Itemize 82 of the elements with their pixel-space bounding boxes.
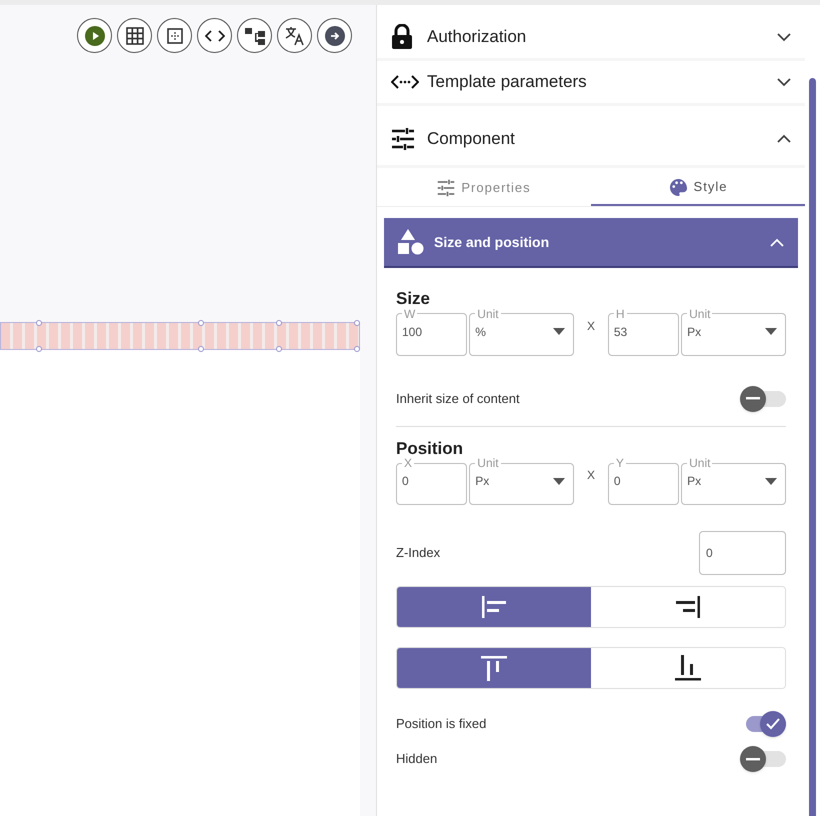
field-value: Px <box>687 473 702 490</box>
code-icon <box>204 28 224 42</box>
times-sign: X <box>586 318 596 334</box>
sliders-icon <box>391 126 415 150</box>
field-value: 0 <box>614 473 621 490</box>
toolbar-button[interactable] <box>157 18 192 53</box>
unit-dropdown[interactable]: Unit Px <box>681 456 786 505</box>
subsection-title: Size and position <box>434 232 550 252</box>
field-value: 0 <box>402 473 409 490</box>
field-label: Unit <box>688 306 712 320</box>
dropdown-arrow-icon <box>553 478 566 484</box>
toggle-switch[interactable] <box>740 386 786 412</box>
tab[interactable]: Properties <box>377 170 591 206</box>
scrollbar-thumb[interactable] <box>809 78 816 816</box>
toggle-switch[interactable] <box>740 746 786 772</box>
toolbar-button[interactable] <box>117 18 152 53</box>
field-label: Unit <box>688 456 712 470</box>
toggle-label: Position is fixed <box>396 715 486 734</box>
align-bottom-icon <box>675 655 701 681</box>
number-field[interactable]: X 0 <box>396 456 468 505</box>
field-value: 53 <box>614 324 628 340</box>
play-icon <box>84 26 104 46</box>
align-left-icon <box>480 596 508 618</box>
minus-icon <box>746 758 760 760</box>
field-label: Y <box>614 456 625 470</box>
field-value: 100 <box>402 324 422 340</box>
palette-icon <box>668 178 688 196</box>
dropdown-arrow-icon <box>553 328 566 335</box>
section-title: Template parameters <box>427 71 588 94</box>
field-label: H <box>614 306 626 320</box>
number-field[interactable]: W 100 <box>396 306 468 356</box>
z-index-field[interactable]: 0 <box>699 531 786 575</box>
field-label: W <box>403 306 416 320</box>
toolbar-button[interactable] <box>317 18 352 53</box>
translate-icon <box>284 24 306 46</box>
section-header[interactable]: Template parameters <box>377 61 805 106</box>
resize-handle[interactable] <box>354 346 360 352</box>
shapes-icon <box>398 229 424 255</box>
align-right-icon <box>674 596 702 618</box>
code-dots-icon <box>391 74 419 90</box>
align-top-icon <box>481 655 507 681</box>
toolbar-button[interactable] <box>77 18 112 53</box>
field-label: Unit <box>476 306 500 320</box>
grid-icon <box>124 26 144 46</box>
lock-icon <box>391 24 413 50</box>
subsection-header[interactable]: Size and position <box>384 218 798 268</box>
group-heading: Position <box>396 438 464 458</box>
section-header[interactable]: Component <box>377 106 805 168</box>
field-value: 0 <box>706 545 713 562</box>
minus-icon <box>746 397 760 400</box>
times-sign: X <box>586 467 596 484</box>
section-title: Authorization <box>427 26 528 48</box>
toggle-label: Inherit size of content <box>396 390 520 408</box>
toolbar-button[interactable] <box>237 18 272 53</box>
check-icon <box>766 718 780 730</box>
dropdown-arrow-icon <box>765 328 778 335</box>
unit-dropdown[interactable]: Unit Px <box>469 456 574 505</box>
toolbar-button[interactable] <box>277 18 312 53</box>
toggle-label: Hidden <box>396 750 438 768</box>
section-title: Component <box>427 128 516 150</box>
unit-dropdown[interactable]: Unit Px <box>681 306 786 356</box>
resize-handle[interactable] <box>198 346 204 352</box>
field-value: Px <box>687 324 702 340</box>
sliders-icon <box>437 179 456 197</box>
field-value: % <box>475 324 486 340</box>
field-value: Px <box>475 473 490 490</box>
field-label: Z-Index <box>396 544 440 562</box>
arrow-right-icon <box>324 26 344 46</box>
field-label: Unit <box>476 456 500 470</box>
hierarchy-icon <box>244 26 266 46</box>
resize-handle[interactable] <box>36 346 42 352</box>
tab[interactable]: Style <box>591 170 805 206</box>
toolbar-button[interactable] <box>197 18 232 53</box>
number-field[interactable]: H 53 <box>608 306 680 356</box>
field-label: X <box>403 456 414 470</box>
group-heading: Size <box>396 288 432 310</box>
dropdown-arrow-icon <box>765 478 778 484</box>
number-field[interactable]: Y 0 <box>608 456 680 505</box>
resize-handle[interactable] <box>276 346 282 352</box>
section-header[interactable]: Authorization <box>377 16 805 61</box>
dotted-square-icon <box>166 26 184 44</box>
unit-dropdown[interactable]: Unit % <box>469 306 574 356</box>
